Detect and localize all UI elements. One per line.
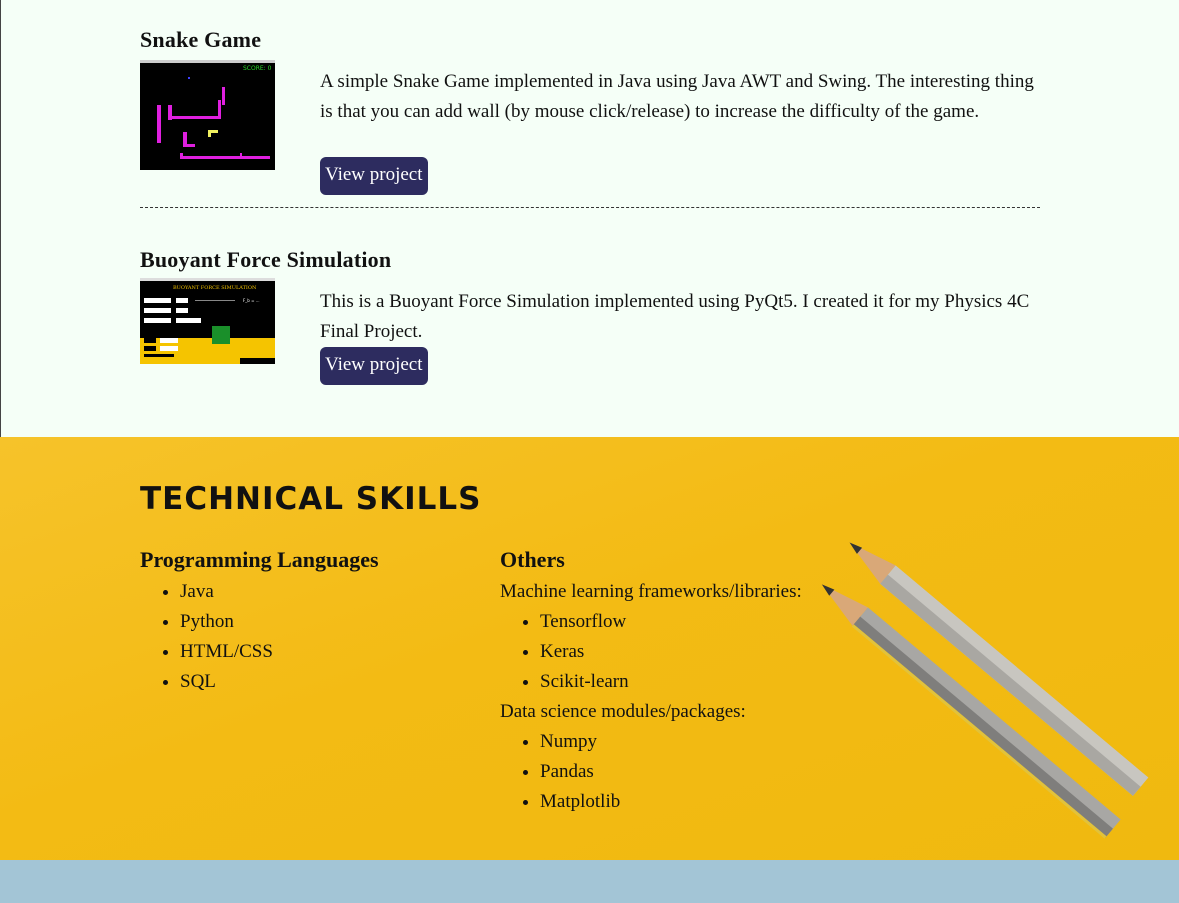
list-item: Scikit-learn [540,667,802,697]
list-item: Tensorflow [540,607,802,637]
list-item: Matplotlib [540,787,802,817]
footer [0,860,1179,903]
project-buoyant-force: Buoyant Force Simulation BUOYANT FORCE S… [140,247,1040,397]
technical-skills-section: TECHNICAL SKILLS Programming Languages J… [0,437,1179,860]
list-item: Python [180,607,379,637]
project-divider [140,207,1040,208]
list-item: Pandas [540,757,802,787]
project-title: Buoyant Force Simulation [140,247,392,272]
programming-languages-column: Programming Languages Java Python HTML/C… [140,547,379,697]
list-item: Keras [540,637,802,667]
snake-game-screenshot: SCORE: 0 [140,60,275,170]
buoyant-simulation-screenshot: BUOYANT FORCE SIMULATION F_b = ... [140,278,275,364]
buoyant-header-text: BUOYANT FORCE SIMULATION [173,285,257,291]
snake-game-thumbnail[interactable]: SCORE: 0 [140,60,275,170]
others-column: Others Machine learning frameworks/libra… [500,547,802,817]
ml-list: Tensorflow Keras Scikit-learn [500,607,802,697]
list-item: Numpy [540,727,802,757]
snake-score-text: SCORE: 0 [243,65,272,72]
list-item: Java [180,577,379,607]
pencils-image [821,542,1149,839]
ds-label: Data science modules/packages: [500,701,746,722]
ds-list: Numpy Pandas Matplotlib [500,727,802,817]
list-item: HTML/CSS [180,637,379,667]
projects-section: Snake Game SCORE: 0 A simple Snake Game … [0,0,1179,437]
others-heading: Others [500,547,565,572]
project-description: A simple Snake Game implemented in Java … [320,71,1034,122]
view-project-button[interactable]: View project [320,347,428,385]
project-description: This is a Buoyant Force Simulation imple… [320,291,1030,342]
ml-label: Machine learning frameworks/libraries: [500,581,802,602]
programming-languages-heading: Programming Languages [140,547,379,572]
svg-text:F_b = ...: F_b = ... [243,298,260,303]
view-project-button[interactable]: View project [320,157,428,195]
list-item: SQL [180,667,379,697]
programming-languages-list: Java Python HTML/CSS SQL [140,577,379,697]
buoyant-force-thumbnail[interactable]: BUOYANT FORCE SIMULATION F_b = ... [140,278,275,364]
project-snake-game: Snake Game SCORE: 0 A simple Snake Game … [140,27,1040,202]
skills-heading: TECHNICAL SKILLS [140,481,482,517]
project-title: Snake Game [140,27,262,52]
